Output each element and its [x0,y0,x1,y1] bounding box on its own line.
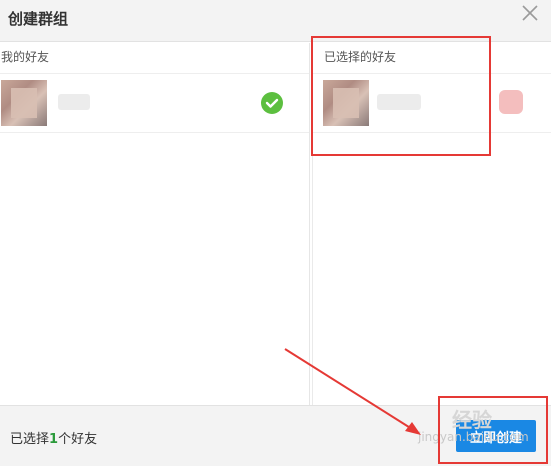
annotation-arrow [284,348,421,435]
